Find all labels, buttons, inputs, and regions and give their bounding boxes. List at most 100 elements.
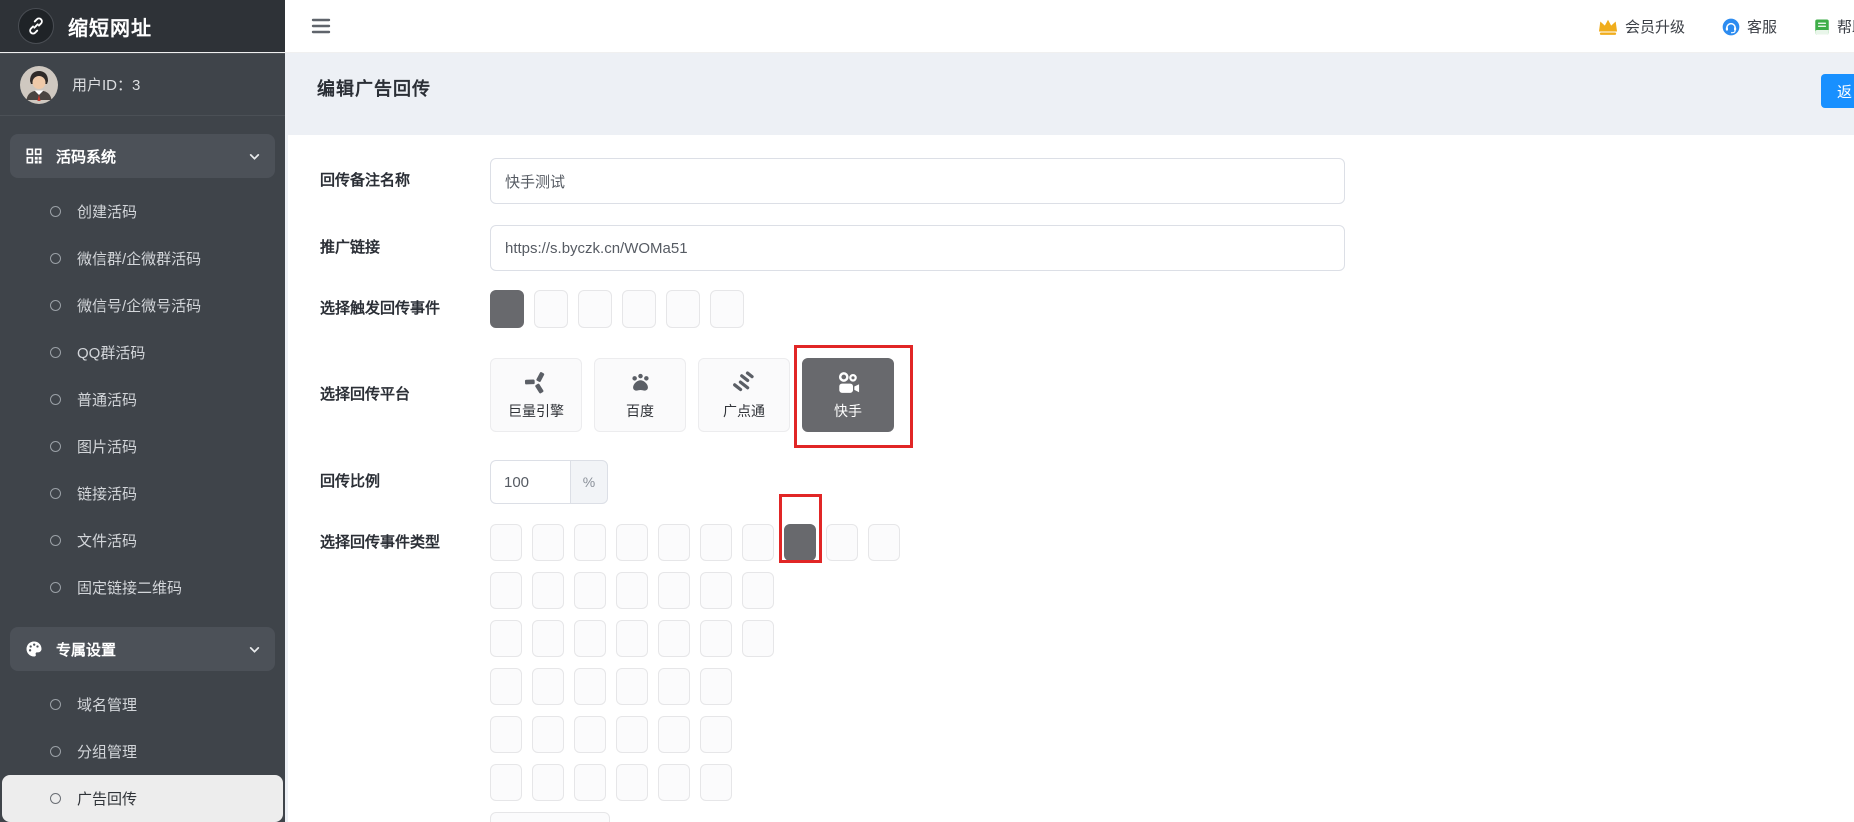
event-type-button[interactable] — [742, 620, 774, 657]
event-type-button[interactable] — [616, 620, 648, 657]
sidebar-item-label: 链接活码 — [77, 483, 137, 504]
event-type-button[interactable] — [658, 716, 690, 753]
event-type-button[interactable] — [742, 524, 774, 561]
event-type-button[interactable] — [658, 620, 690, 657]
event-type-button[interactable] — [616, 764, 648, 801]
platform-card[interactable]: 快手 — [802, 358, 894, 432]
event-type-button[interactable] — [490, 668, 522, 705]
sidebar-menu-row[interactable]: 文件活码 — [0, 517, 285, 564]
sidebar-item-label: 图片活码 — [77, 436, 137, 457]
sidebar-menu-row[interactable]: 微信群/企微群活码 — [0, 235, 285, 282]
event-type-button[interactable] — [574, 716, 606, 753]
gdt-icon — [731, 369, 758, 396]
topbar-action[interactable]: 会员升级 — [1597, 16, 1685, 37]
sidebar-item-label: 固定链接二维码 — [77, 577, 182, 598]
event-type-button[interactable] — [490, 812, 610, 822]
event-type-button[interactable] — [616, 716, 648, 753]
event-type-button[interactable] — [658, 524, 690, 561]
user-row: 用户ID：3 — [0, 54, 285, 116]
sidebar-item-label: 微信号/企微号活码 — [77, 295, 201, 316]
sidebar-menu-row[interactable]: 创建活码 — [0, 188, 285, 235]
sidebar-menu-row[interactable]: 微信号/企微号活码 — [0, 282, 285, 329]
form-row-ratio: 回传比例 % — [320, 460, 1854, 504]
trigger-option-button[interactable] — [622, 290, 656, 328]
form-row-promo-link: 推广链接 — [320, 225, 1854, 271]
brand: 缩短网址 — [0, 0, 285, 52]
sidebar-menu-row[interactable]: QQ群活码 — [0, 329, 285, 376]
event-type-button[interactable] — [574, 620, 606, 657]
bullet-circle-icon — [50, 300, 61, 311]
trigger-option-button[interactable] — [710, 290, 744, 328]
note-name-input[interactable] — [490, 158, 1345, 204]
field-label: 回传比例 — [320, 460, 490, 504]
event-type-button[interactable] — [700, 572, 732, 609]
event-type-button[interactable] — [658, 668, 690, 705]
event-type-button[interactable] — [658, 572, 690, 609]
topbar-action-label: 客服 — [1747, 16, 1777, 37]
event-type-button[interactable] — [700, 620, 732, 657]
event-type-button[interactable] — [658, 764, 690, 801]
event-type-button[interactable] — [868, 524, 900, 561]
topbar-action[interactable]: 帮助 — [1813, 16, 1854, 37]
platform-label: 快手 — [834, 401, 862, 421]
trigger-option-button[interactable] — [534, 290, 568, 328]
event-type-button[interactable] — [490, 716, 522, 753]
event-type-button[interactable] — [700, 668, 732, 705]
event-type-button[interactable] — [616, 572, 648, 609]
platform-card[interactable]: 百度 — [594, 358, 686, 432]
event-type-button[interactable] — [532, 620, 564, 657]
event-type-button[interactable] — [532, 524, 564, 561]
sidebar-menu-row[interactable]: 链接活码 — [0, 470, 285, 517]
sidebar-menu-row[interactable]: 固定链接二维码 — [0, 564, 285, 611]
event-type-button[interactable] — [616, 668, 648, 705]
event-type-button[interactable] — [490, 764, 522, 801]
sidebar-menu-row[interactable]: 活码系统 — [10, 134, 275, 178]
sidebar-menu-row[interactable]: 专属设置 — [10, 627, 275, 671]
event-type-button[interactable] — [700, 716, 732, 753]
trigger-option-button[interactable] — [578, 290, 612, 328]
sidebar-menu-row[interactable]: 图片活码 — [0, 423, 285, 470]
main-content: 编辑广告回传 返回 回传备注名称 推广链接 选择触发回传事件 选择回传平台 巨量… — [285, 53, 1854, 822]
event-type-button[interactable] — [490, 572, 522, 609]
event-type-button[interactable] — [826, 524, 858, 561]
ratio-input[interactable] — [490, 460, 570, 504]
topnav — [285, 0, 535, 52]
event-type-button[interactable] — [574, 764, 606, 801]
event-type-button[interactable] — [532, 572, 564, 609]
event-type-button[interactable] — [532, 716, 564, 753]
field-label: 选择回传平台 — [320, 358, 490, 432]
event-type-button[interactable] — [742, 572, 774, 609]
juliang-icon — [523, 369, 550, 396]
chevron-down-icon — [248, 643, 261, 656]
headset-icon — [1721, 17, 1741, 37]
page-title: 编辑广告回传 — [317, 75, 431, 101]
topbar-action[interactable]: 客服 — [1721, 16, 1777, 37]
event-type-button[interactable] — [574, 668, 606, 705]
event-type-button[interactable] — [616, 524, 648, 561]
sidebar-menu-row[interactable]: 广告回传 — [2, 775, 283, 822]
event-type-button[interactable] — [532, 668, 564, 705]
platform-card[interactable]: 广点通 — [698, 358, 790, 432]
trigger-option-button[interactable] — [666, 290, 700, 328]
sidebar-item-label: 域名管理 — [77, 694, 137, 715]
sidebar-item-label: 分组管理 — [77, 741, 137, 762]
sidebar-menu-row[interactable]: 域名管理 — [0, 681, 285, 728]
hamburger-menu-icon[interactable] — [311, 18, 331, 34]
event-type-button[interactable] — [700, 764, 732, 801]
trigger-option-button[interactable] — [490, 290, 524, 328]
event-type-button[interactable] — [574, 524, 606, 561]
sidebar-menu-row[interactable]: 普通活码 — [0, 376, 285, 423]
bullet-circle-icon — [50, 746, 61, 757]
event-type-button[interactable] — [532, 764, 564, 801]
platform-options: 巨量引擎 百度 广点通 快手 — [490, 358, 894, 432]
back-button[interactable]: 返回 — [1821, 74, 1854, 108]
avatar — [20, 66, 58, 104]
event-type-button[interactable] — [490, 620, 522, 657]
event-type-button[interactable] — [574, 572, 606, 609]
event-type-button[interactable] — [490, 524, 522, 561]
event-type-button[interactable] — [784, 524, 816, 561]
platform-card[interactable]: 巨量引擎 — [490, 358, 582, 432]
event-type-button[interactable] — [700, 524, 732, 561]
sidebar-menu-row[interactable]: 分组管理 — [0, 728, 285, 775]
promo-link-input[interactable] — [490, 225, 1345, 271]
